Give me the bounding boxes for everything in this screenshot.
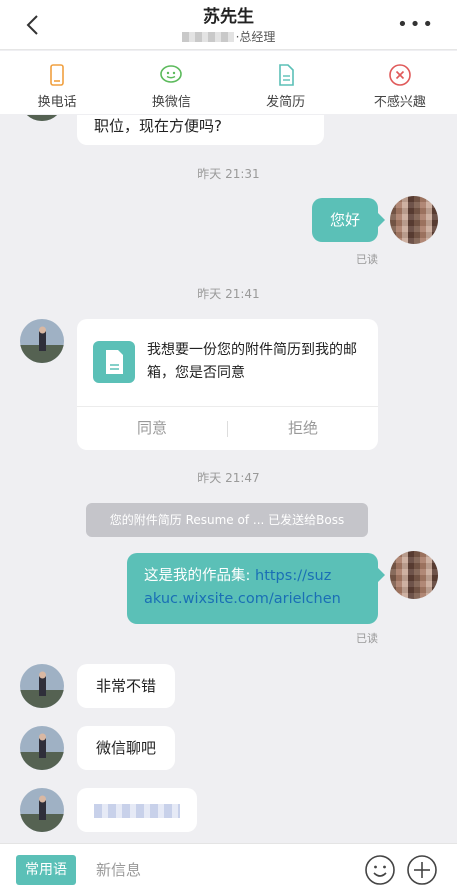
contact-name: 苏先生 bbox=[203, 7, 254, 27]
boss-avatar-photo bbox=[20, 115, 64, 121]
resume-icon bbox=[278, 64, 294, 86]
reject-button[interactable]: 拒绝 bbox=[228, 406, 378, 450]
exchange-phone-label: 换电话 bbox=[37, 95, 77, 110]
boss-avatar-photo bbox=[20, 788, 64, 832]
contact-role-text: ·总经理 bbox=[235, 30, 276, 44]
emoji-icon[interactable] bbox=[364, 854, 396, 886]
boss-avatar[interactable] bbox=[20, 115, 64, 121]
send-resume-label: 发简历 bbox=[266, 95, 306, 110]
portfolio-prefix: 这是我的作品集: bbox=[144, 568, 255, 584]
title-block: 苏先生 ·总经理 bbox=[0, 7, 457, 45]
boss-avatar[interactable] bbox=[20, 726, 64, 770]
boss-avatar[interactable] bbox=[20, 788, 64, 832]
resume-request-text: 我想要一份您的附件简历到我的邮箱，您是否同意 bbox=[147, 342, 357, 381]
boss-avatar[interactable] bbox=[20, 664, 64, 708]
portfolio-link-part1[interactable]: https://suz bbox=[255, 568, 331, 584]
boss-avatar-photo bbox=[20, 664, 64, 708]
message-bubble-portfolio: 这是我的作品集: https://suz akuc.wixsite.com/ar… bbox=[127, 553, 378, 624]
timestamp-2: 昨天 21:41 bbox=[197, 287, 260, 301]
not-interested-icon bbox=[389, 64, 411, 86]
resume-request-card: 我想要一份您的附件简历到我的邮箱，您是否同意 同意 拒绝 bbox=[77, 319, 378, 450]
contact-role: ·总经理 bbox=[0, 29, 457, 45]
message-bubble-blurred bbox=[77, 788, 197, 832]
message-bubble-reply1: 非常不错 bbox=[77, 664, 175, 708]
boss-avatar-photo bbox=[20, 319, 64, 363]
message-bubble-partial: 职位，现在方便吗? bbox=[77, 115, 324, 145]
phone-icon bbox=[50, 64, 64, 86]
timestamp-3: 昨天 21:47 bbox=[197, 471, 260, 485]
not-interested-label: 不感兴趣 bbox=[373, 95, 426, 110]
boss-avatar-photo bbox=[20, 726, 64, 770]
message-bubble-hello: 您好 bbox=[312, 198, 378, 242]
exchange-wechat-label: 换微信 bbox=[151, 95, 191, 110]
not-interested-button[interactable]: 不感兴趣 bbox=[343, 51, 457, 114]
message-list[interactable]: 职位，现在方便吗? 昨天 21:31 您好 已读 昨天 21:41 我想要一份您… bbox=[0, 115, 457, 843]
resume-sent-notice: 您的附件简历 Resume of ... 已发送给Boss bbox=[86, 503, 368, 537]
quick-phrases-button[interactable]: 常用语 bbox=[16, 855, 76, 885]
document-icon bbox=[93, 341, 135, 383]
bubble-tail bbox=[378, 213, 385, 227]
my-avatar[interactable] bbox=[390, 551, 438, 599]
read-status-1: 已读 bbox=[356, 253, 378, 266]
message-text-partial: 职位，现在方便吗? bbox=[94, 117, 222, 135]
message-text-reply1: 非常不错 bbox=[95, 677, 156, 695]
blurred-wechat-id bbox=[94, 803, 180, 818]
read-status-2: 已读 bbox=[356, 632, 378, 645]
blurred-company bbox=[181, 32, 234, 42]
message-text-reply2: 微信聊吧 bbox=[95, 739, 156, 757]
message-text-hello: 您好 bbox=[329, 211, 360, 229]
message-bubble-reply2: 微信聊吧 bbox=[77, 726, 175, 770]
input-bar: 常用语 bbox=[0, 843, 457, 894]
more-options-icon[interactable]: ••• bbox=[397, 16, 435, 34]
send-resume-button[interactable]: 发简历 bbox=[229, 51, 343, 114]
exchange-phone-button[interactable]: 换电话 bbox=[0, 51, 114, 114]
wechat-icon bbox=[160, 65, 183, 83]
timestamp-1: 昨天 21:31 bbox=[197, 167, 260, 181]
boss-avatar[interactable] bbox=[20, 319, 64, 363]
plus-icon[interactable] bbox=[406, 854, 438, 886]
chat-header: 苏先生 ·总经理 ••• bbox=[0, 0, 457, 50]
exchange-wechat-button[interactable]: 换微信 bbox=[114, 51, 228, 114]
message-input[interactable] bbox=[96, 854, 346, 886]
agree-button[interactable]: 同意 bbox=[77, 406, 227, 450]
portfolio-link-part2[interactable]: akuc.wixsite.com/arielchen bbox=[144, 591, 341, 607]
my-avatar[interactable] bbox=[390, 196, 438, 244]
bubble-tail bbox=[378, 568, 385, 582]
action-bar: 换电话 换微信 发简历 不感兴趣 bbox=[0, 51, 457, 114]
